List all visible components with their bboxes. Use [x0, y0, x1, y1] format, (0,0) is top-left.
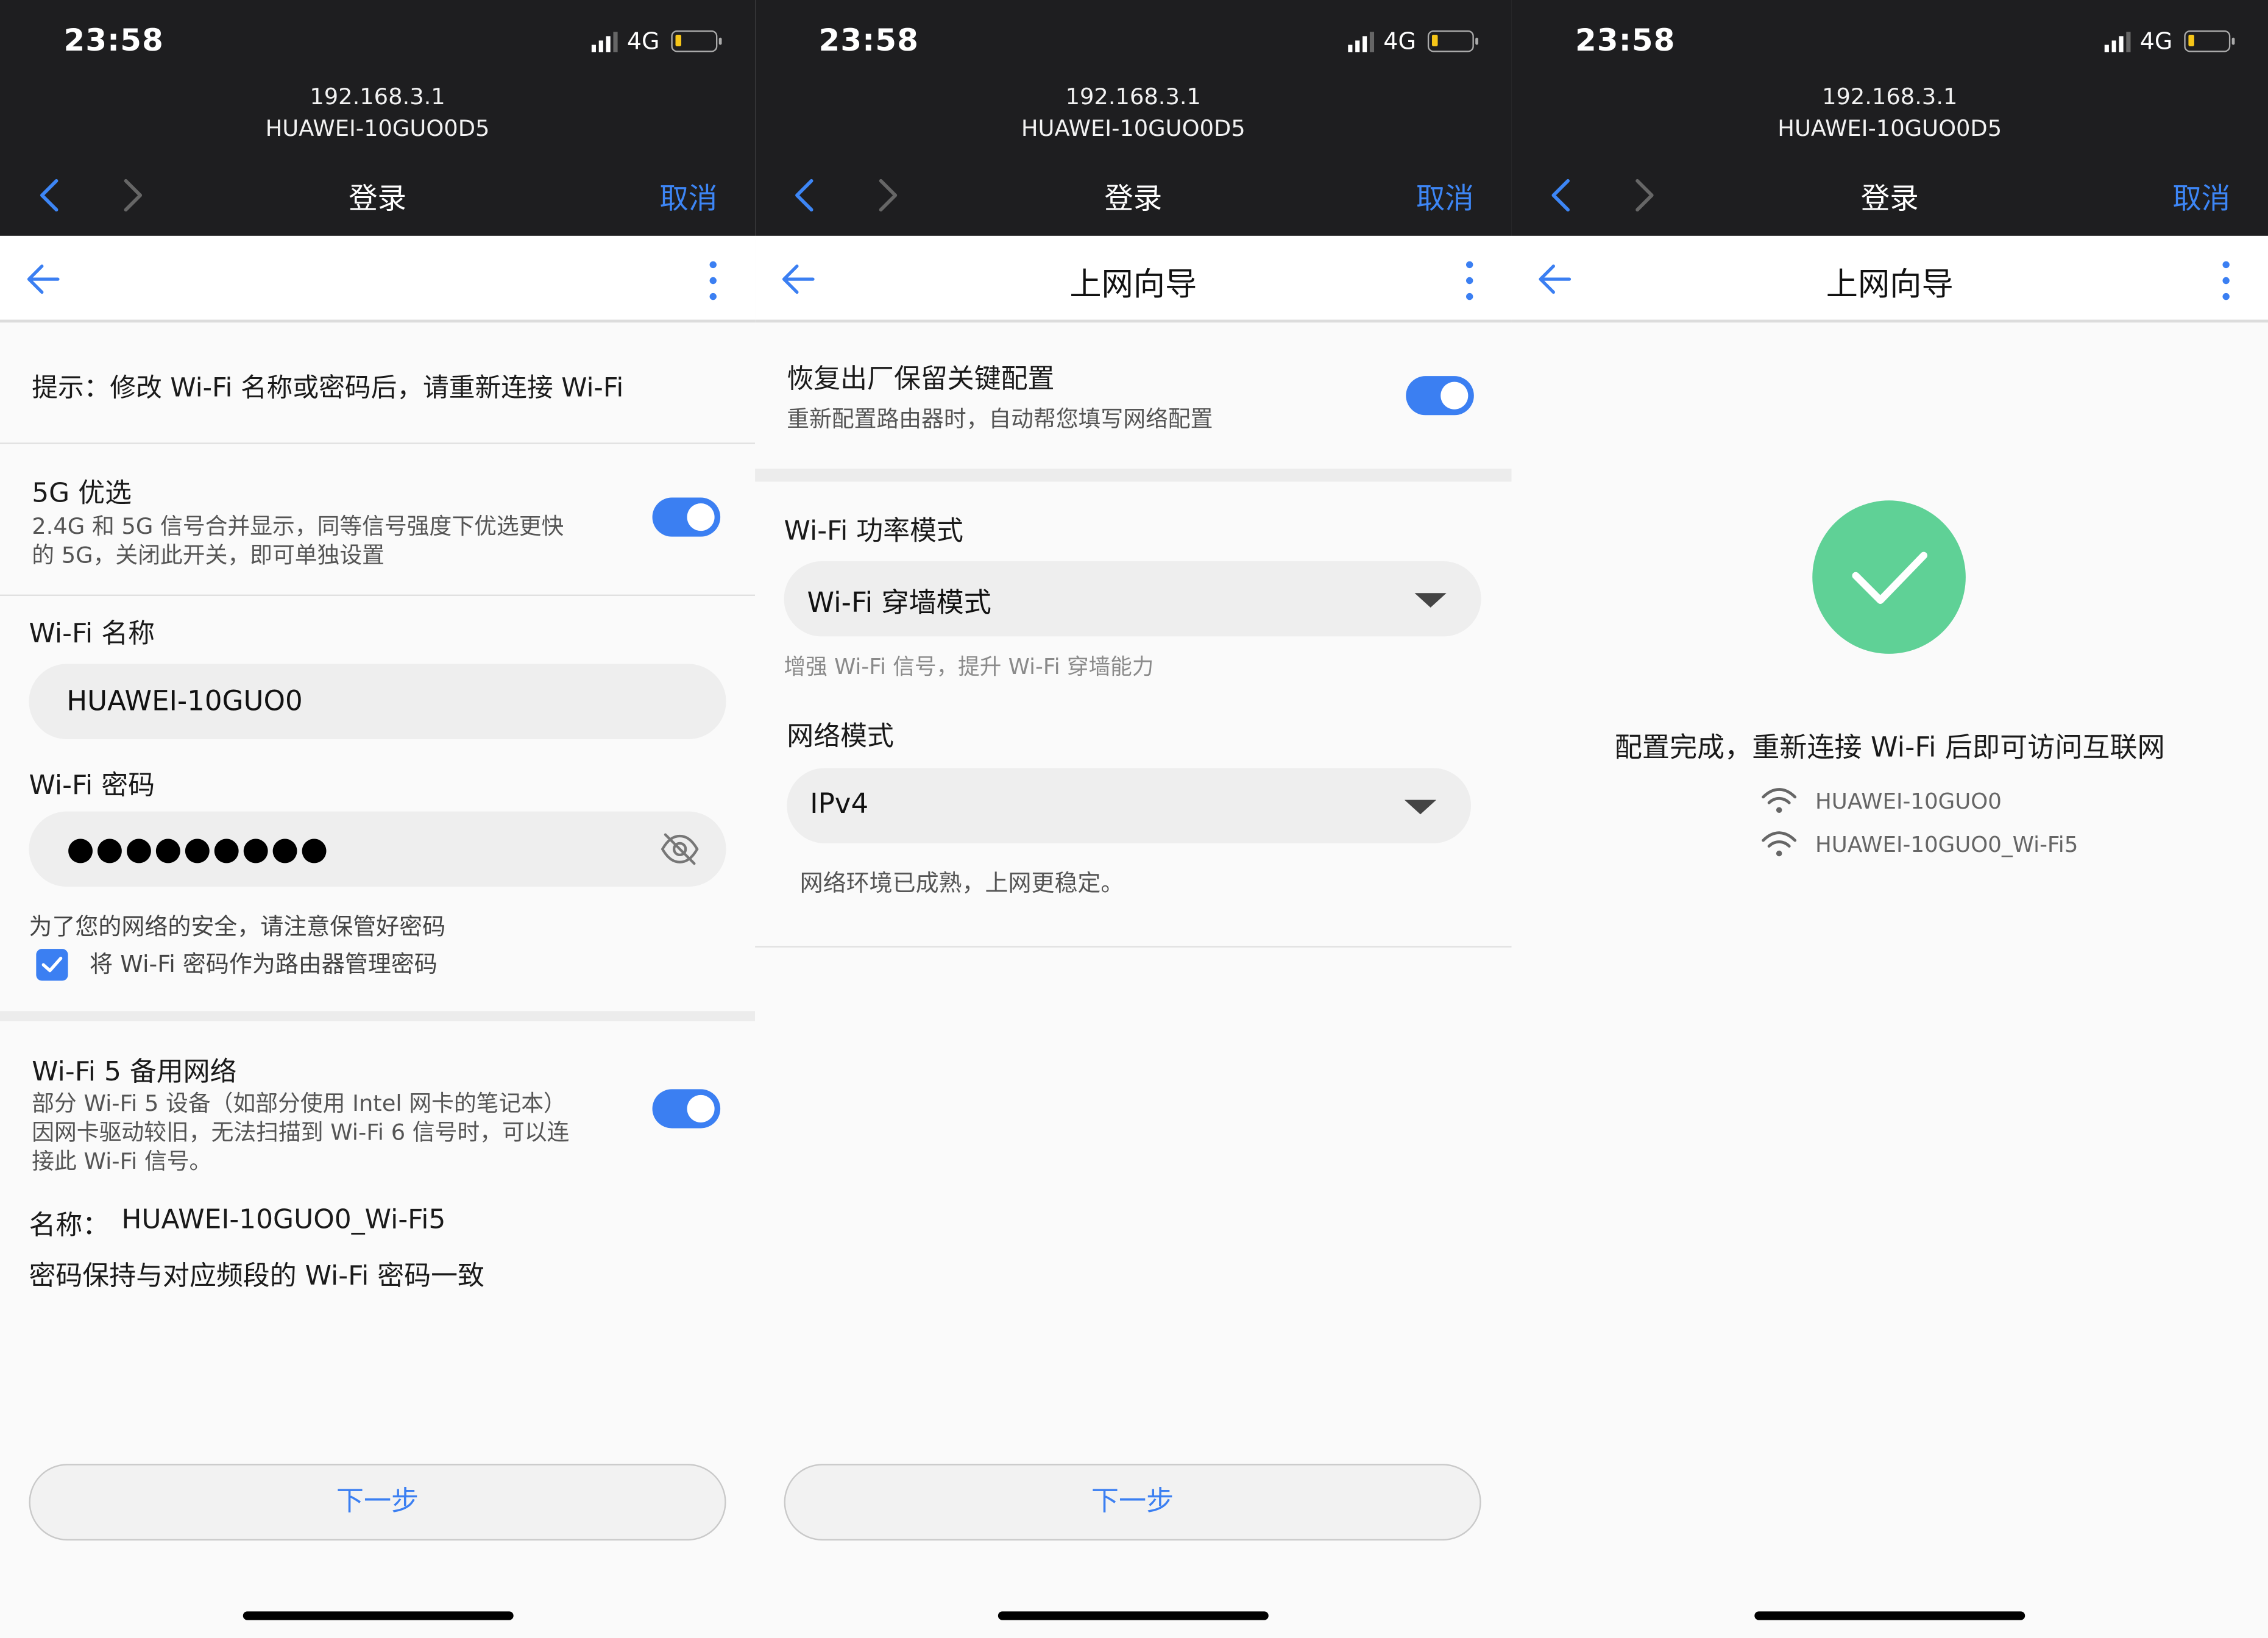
- pref5g-desc-line2: 的 5G，关闭此开关，即可单独设置: [32, 542, 384, 569]
- host-ip: 192.168.3.1: [1822, 83, 1958, 110]
- app-bar: 上网向导: [1511, 235, 2268, 323]
- login-settings-screen: 23:58 4G 192.168.3.1 HUAWEI-10GUO0D5 登录 …: [0, 0, 756, 1638]
- wifi5-password-note: 密码保持与对应频段的 Wi-Fi 密码一致: [29, 1261, 484, 1292]
- more-vertical-icon[interactable]: [2219, 259, 2233, 302]
- network-name: HUAWEI-10GUO0: [1815, 788, 2002, 815]
- host-ssid: HUAWEI-10GUO0D5: [265, 115, 490, 142]
- section-divider: [755, 469, 1512, 482]
- battery-icon: [671, 30, 722, 52]
- wifi5-name-label: 名称：: [29, 1210, 110, 1241]
- home-indicator[interactable]: [243, 1611, 514, 1620]
- checkmark-icon: [41, 956, 63, 973]
- network-item: HUAWEI-10GUO0: [1760, 785, 2002, 817]
- restore-title: 恢复出厂保留关键配置: [787, 364, 1055, 395]
- wifi-password-label: Wi-Fi 密码: [29, 771, 155, 802]
- wifi-name-value: HUAWEI-10GUO0: [66, 686, 303, 718]
- cancel-button[interactable]: 取消: [2172, 175, 2230, 217]
- divider: [0, 594, 756, 596]
- setup-wizard-screen: 23:58 4G 192.168.3.1 HUAWEI-10GUO0D5 登录 …: [755, 0, 1512, 1638]
- pref5g-toggle[interactable]: [652, 497, 721, 537]
- network-type: 4G: [2139, 27, 2173, 55]
- restore-desc: 重新配置路由器时，自动帮您填写网络配置: [787, 406, 1213, 433]
- caret-down-icon: [1414, 593, 1447, 608]
- security-tip: 为了您的网络的安全，请注意保管好密码: [29, 912, 446, 940]
- more-vertical-icon[interactable]: [706, 259, 720, 302]
- browser-page-title: 登录: [349, 180, 407, 216]
- network-mode-label: 网络模式: [787, 722, 894, 753]
- battery-icon: [1427, 30, 1478, 52]
- divider: [0, 442, 756, 444]
- power-mode-label: Wi-Fi 功率模式: [784, 516, 963, 547]
- battery-icon: [2184, 30, 2235, 52]
- success-checkmark-icon: [1812, 500, 1966, 654]
- page-title: 上网向导: [1826, 268, 1954, 304]
- eye-off-icon[interactable]: [659, 831, 700, 868]
- page-title: 上网向导: [1069, 268, 1197, 304]
- home-indicator[interactable]: [998, 1611, 1269, 1620]
- section-divider: [0, 1011, 756, 1021]
- wifi-name-label: Wi-Fi 名称: [29, 619, 155, 650]
- host-ssid: HUAWEI-10GUO0D5: [1777, 115, 2002, 142]
- wifi5-desc-line2: 因网卡驱动较旧，无法扫描到 Wi-Fi 6 信号时，可以连: [32, 1119, 570, 1146]
- notice-text: 提示：修改 Wi-Fi 名称或密码后，请重新连接 Wi-Fi: [32, 373, 624, 404]
- home-indicator[interactable]: [1754, 1611, 2025, 1620]
- network-item: HUAWEI-10GUO0_Wi-Fi5: [1760, 829, 2078, 860]
- wifi5-title: Wi-Fi 5 备用网络: [32, 1057, 237, 1088]
- setup-complete-screen: 23:58 4G 192.168.3.1 HUAWEI-10GUO0D5 登录 …: [1511, 0, 2268, 1638]
- pref5g-desc-line1: 2.4G 和 5G 信号合并显示，同等信号强度下优选更快: [32, 513, 564, 540]
- checkmark-icon: [1852, 551, 1927, 604]
- caret-down-icon: [1404, 800, 1437, 815]
- wifi-icon: [1762, 788, 1797, 814]
- power-mode-value: Wi-Fi 穿墙模式: [807, 587, 991, 619]
- next-button[interactable]: 下一步: [29, 1464, 726, 1541]
- network-mode-select[interactable]: IPv4: [787, 768, 1472, 843]
- network-type: 4G: [626, 27, 660, 55]
- host-ip: 192.168.3.1: [310, 83, 445, 110]
- next-button[interactable]: 下一步: [784, 1464, 1481, 1541]
- signal-icon: [2105, 31, 2132, 52]
- browser-header: 23:58 4G 192.168.3.1 HUAWEI-10GUO0D5 登录 …: [1511, 0, 2268, 236]
- app-bar: 上网向导: [755, 235, 1512, 323]
- wifi5-name-value: HUAWEI-10GUO0_Wi-Fi5: [121, 1205, 446, 1236]
- signal-icon: [1348, 31, 1375, 52]
- browser-page-title: 登录: [1860, 180, 1919, 216]
- cancel-button[interactable]: 取消: [1416, 175, 1474, 217]
- status-time: 23:58: [818, 23, 920, 58]
- browser-page-title: 登录: [1104, 180, 1163, 216]
- browser-header: 23:58 4G 192.168.3.1 HUAWEI-10GUO0D5 登录 …: [755, 0, 1512, 236]
- wifi-password-field[interactable]: ●●●●●●●●●: [29, 811, 726, 887]
- more-vertical-icon[interactable]: [1462, 259, 1477, 302]
- host-ssid: HUAWEI-10GUO0D5: [1021, 115, 1246, 142]
- wifi5-desc-line1: 部分 Wi-Fi 5 设备（如部分使用 Intel 网卡的笔记本）: [32, 1090, 566, 1117]
- use-as-admin-label: 将 Wi-Fi 密码作为路由器管理密码: [90, 950, 438, 978]
- network-type: 4G: [1383, 27, 1416, 55]
- arrow-left-icon[interactable]: [23, 259, 63, 299]
- power-mode-select[interactable]: Wi-Fi 穿墙模式: [784, 561, 1481, 637]
- power-mode-hint: 增强 Wi-Fi 信号，提升 Wi-Fi 穿墙能力: [784, 653, 1154, 680]
- status-time: 23:58: [1575, 23, 1676, 58]
- wifi5-desc-line3: 接此 Wi-Fi 信号。: [32, 1148, 212, 1175]
- wifi-icon: [1762, 831, 1797, 857]
- network-name: HUAWEI-10GUO0_Wi-Fi5: [1815, 831, 2078, 858]
- status-indicators: 4G: [2105, 27, 2235, 55]
- signal-icon: [592, 31, 618, 52]
- cancel-button[interactable]: 取消: [659, 175, 717, 217]
- app-bar: [0, 235, 756, 323]
- status-indicators: 4G: [592, 27, 722, 55]
- browser-header: 23:58 4G 192.168.3.1 HUAWEI-10GUO0D5 登录 …: [0, 0, 756, 236]
- status-time: 23:58: [63, 23, 165, 58]
- host-ip: 192.168.3.1: [1065, 83, 1202, 110]
- pref5g-title: 5G 优选: [32, 478, 132, 509]
- divider: [755, 946, 1512, 948]
- status-indicators: 4G: [1348, 27, 1478, 55]
- wifi-name-field[interactable]: HUAWEI-10GUO0: [29, 664, 726, 739]
- wifi5-toggle[interactable]: [652, 1089, 721, 1129]
- network-mode-value: IPv4: [810, 788, 869, 820]
- wifi-password-value: ●●●●●●●●●: [66, 831, 330, 868]
- network-mode-hint: 网络环境已成熟，上网更稳定。: [799, 869, 1124, 897]
- done-message: 配置完成，重新连接 Wi-Fi 后即可访问互联网: [1614, 732, 2165, 764]
- restore-toggle[interactable]: [1406, 376, 1474, 416]
- use-as-admin-checkbox[interactable]: [36, 949, 68, 981]
